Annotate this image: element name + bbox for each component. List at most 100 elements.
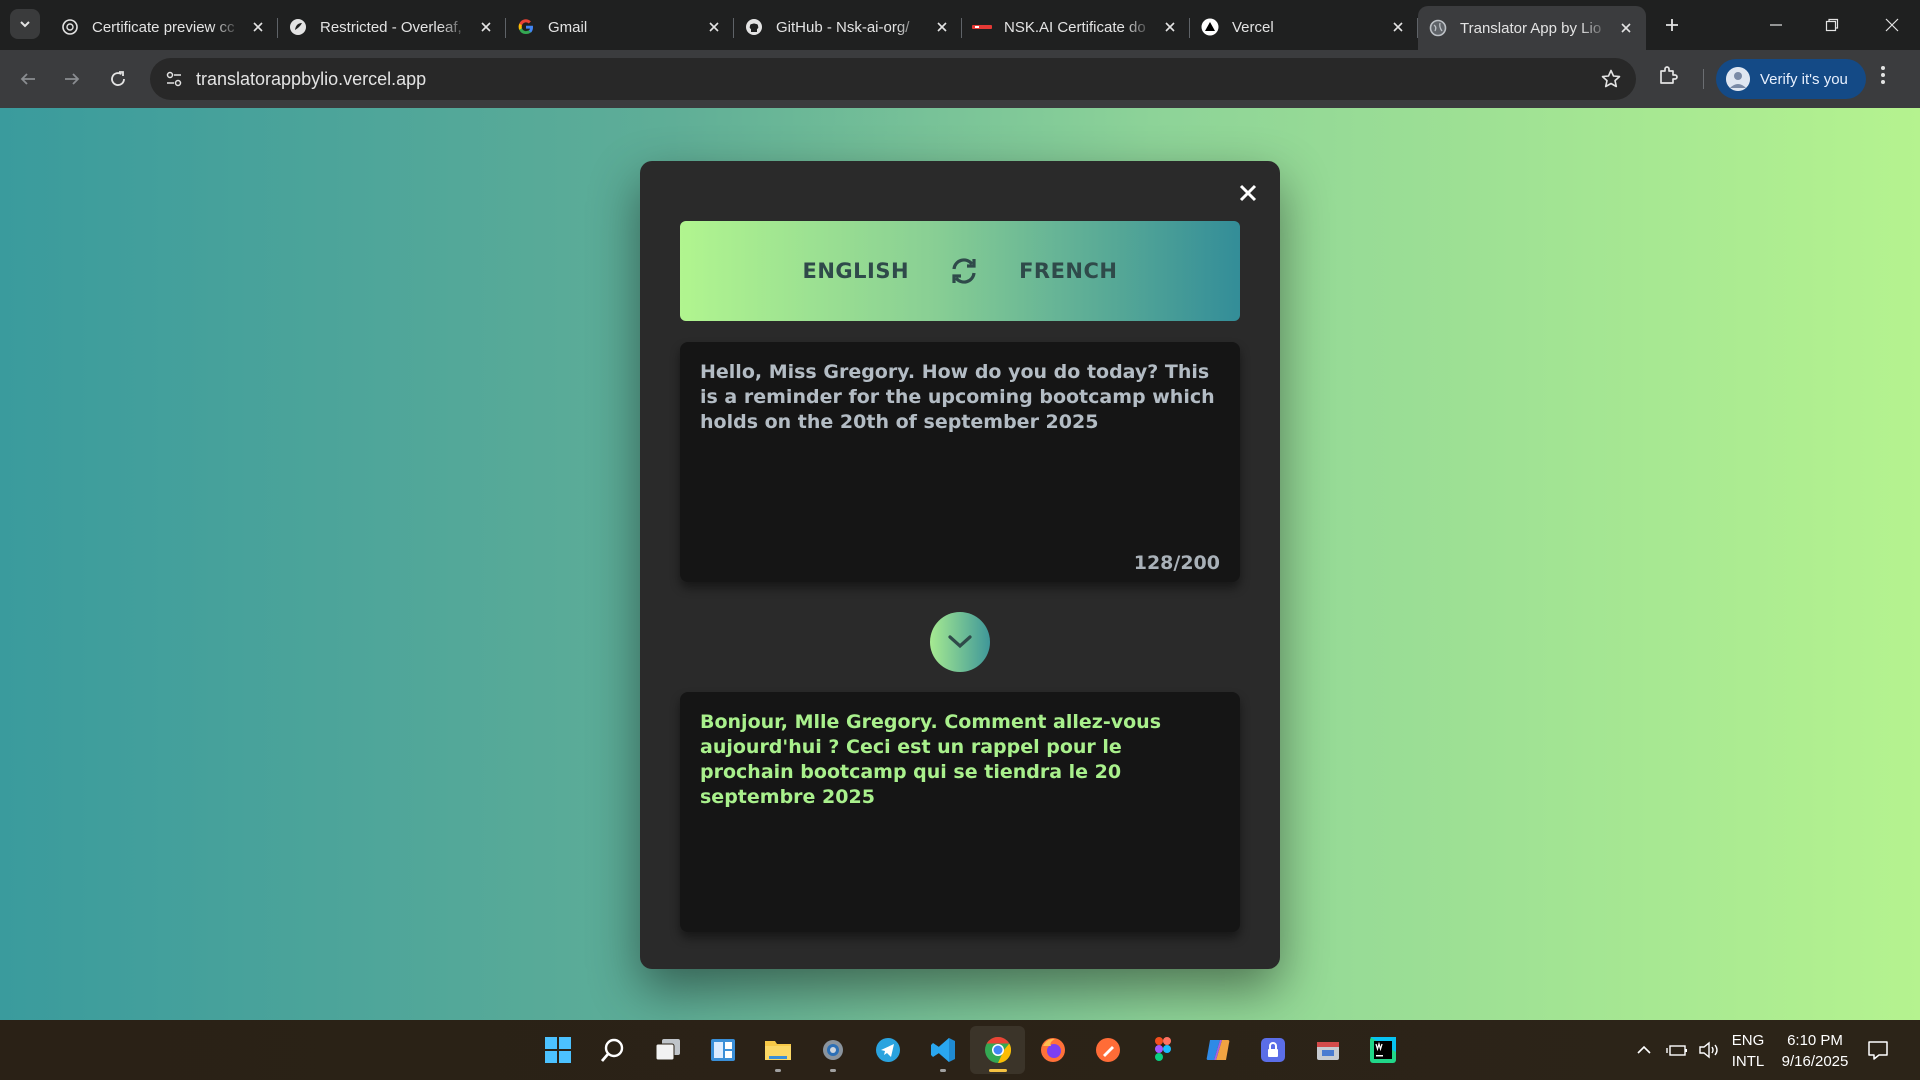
- tab-nskai[interactable]: NSK.AI Certificate do: [962, 8, 1190, 46]
- minimize-button[interactable]: [1748, 0, 1804, 50]
- restore-icon: [1825, 18, 1839, 32]
- globe-icon: [1428, 18, 1448, 38]
- translate-button[interactable]: [930, 612, 990, 672]
- chevron-down-icon: [948, 635, 972, 649]
- tab-close-icon[interactable]: [1160, 17, 1180, 37]
- tab-title: GitHub - Nsk-ai-org/: [776, 18, 910, 36]
- verify-label: Verify it's you: [1760, 70, 1848, 88]
- tab-vercel[interactable]: Vercel: [1190, 8, 1418, 46]
- clock[interactable]: 6:10 PM 9/16/2025: [1772, 1030, 1858, 1072]
- tab-close-icon[interactable]: [248, 17, 268, 37]
- extensions-icon[interactable]: [1656, 63, 1680, 92]
- settings-icon[interactable]: [805, 1026, 860, 1074]
- system-tray: [1636, 1020, 1720, 1080]
- tab-title: Restricted - Overleaf,: [320, 18, 462, 36]
- notification-icon: [1868, 1041, 1888, 1060]
- modal-close-button[interactable]: [1234, 179, 1262, 207]
- address-bar[interactable]: translatorappbylio.vercel.app: [150, 58, 1636, 100]
- tab-close-icon[interactable]: [476, 17, 496, 37]
- tab-title: Certificate preview cc: [92, 18, 235, 36]
- swap-icon: [952, 258, 976, 284]
- openai-icon: [60, 17, 80, 37]
- tab-title: NSK.AI Certificate do: [1004, 18, 1146, 36]
- tab-github[interactable]: GitHub - Nsk-ai-org/: [734, 8, 962, 46]
- tab-strip: Certificate preview cc Restricted - Over…: [0, 0, 1920, 50]
- char-counter: 128/200: [1133, 552, 1220, 574]
- arrow-left-icon: [20, 73, 35, 85]
- site-info-icon[interactable]: [164, 69, 184, 94]
- taskbar-apps: [530, 1026, 1410, 1074]
- tab-close-icon[interactable]: [1616, 18, 1636, 38]
- arrow-right-icon: [65, 73, 80, 85]
- keyboard-layout: INTL: [1731, 1053, 1765, 1070]
- tab-overleaf[interactable]: Restricted - Overleaf,: [278, 8, 506, 46]
- figma-icon[interactable]: [1135, 1026, 1190, 1074]
- plus-icon: [1666, 19, 1678, 31]
- tab-chatgpt[interactable]: Certificate preview cc: [50, 8, 278, 46]
- bookmark-star-icon[interactable]: [1600, 68, 1622, 95]
- vscode-icon[interactable]: [915, 1026, 970, 1074]
- forward-button[interactable]: [56, 63, 88, 95]
- reload-button[interactable]: [102, 63, 134, 95]
- password-manager-icon[interactable]: [1245, 1026, 1300, 1074]
- restore-button[interactable]: [1804, 0, 1860, 50]
- translator-modal: ENGLISH FRENCH 128/200 Bonjour, Mlle Gre…: [640, 161, 1280, 969]
- minimize-icon: [1770, 24, 1782, 26]
- language-code: ENG: [1731, 1032, 1765, 1049]
- chevron-down-icon: [20, 21, 30, 28]
- source-text-box: 128/200: [680, 342, 1240, 582]
- browser-toolbar: translatorappbylio.vercel.app Verify it'…: [0, 50, 1920, 108]
- windows-start-icon[interactable]: [530, 1026, 585, 1074]
- battery-icon[interactable]: [1666, 1042, 1688, 1058]
- more-vert-icon: [1881, 66, 1885, 84]
- tab-close-icon[interactable]: [932, 17, 952, 37]
- url-text: translatorappbylio.vercel.app: [196, 68, 427, 89]
- google-icon: [516, 17, 536, 37]
- chevron-up-icon[interactable]: [1636, 1042, 1652, 1058]
- close-icon: [1885, 18, 1899, 32]
- file-explorer-icon[interactable]: [750, 1026, 805, 1074]
- language-selector: ENGLISH FRENCH: [680, 221, 1240, 321]
- verify-account-button[interactable]: Verify it's you: [1716, 59, 1866, 99]
- target-language[interactable]: FRENCH: [1019, 259, 1117, 283]
- vercel-icon: [1200, 17, 1220, 37]
- close-window-button[interactable]: [1864, 0, 1920, 50]
- tab-gmail[interactable]: Gmail: [506, 8, 734, 46]
- postman-icon[interactable]: [1080, 1026, 1135, 1074]
- overleaf-icon: [288, 17, 308, 37]
- tab-close-icon[interactable]: [704, 17, 724, 37]
- volume-icon[interactable]: [1698, 1041, 1720, 1059]
- input-language-indicator[interactable]: ENG INTL: [1728, 1030, 1768, 1072]
- close-icon: [1239, 184, 1257, 202]
- firefox-icon[interactable]: [1025, 1026, 1080, 1074]
- browser-menu-button[interactable]: [1880, 63, 1886, 92]
- new-tab-button[interactable]: [1652, 6, 1692, 44]
- reload-icon: [111, 71, 125, 86]
- task-view-icon[interactable]: [640, 1026, 695, 1074]
- taskbar: ENG INTL 6:10 PM 9/16/2025: [0, 1020, 1920, 1080]
- tab-translator[interactable]: Translator App by Lio: [1418, 6, 1646, 50]
- tab-title: Gmail: [548, 18, 588, 36]
- copilot-icon[interactable]: [1190, 1026, 1245, 1074]
- notifications-button[interactable]: [1866, 1020, 1890, 1080]
- swap-languages-button[interactable]: [947, 254, 981, 288]
- source-language[interactable]: ENGLISH: [803, 259, 910, 283]
- webstorm-icon[interactable]: [1355, 1026, 1410, 1074]
- search-icon[interactable]: [585, 1026, 640, 1074]
- back-button[interactable]: [12, 63, 44, 95]
- tab-search-button[interactable]: [10, 9, 40, 39]
- tab-title: Translator App by Lio: [1460, 19, 1602, 37]
- telegram-icon[interactable]: [860, 1026, 915, 1074]
- nskai-icon: [972, 17, 992, 37]
- widgets-icon[interactable]: [695, 1026, 750, 1074]
- tab-title: Vercel: [1232, 18, 1274, 36]
- translated-text-box: Bonjour, Mlle Gregory. Comment allez-vou…: [680, 692, 1240, 932]
- tabs: Certificate preview cc Restricted - Over…: [50, 6, 1692, 50]
- github-icon: [744, 17, 764, 37]
- tab-close-icon[interactable]: [1388, 17, 1408, 37]
- page-viewport: ENGLISH FRENCH 128/200 Bonjour, Mlle Gre…: [0, 108, 1920, 1020]
- app-icon[interactable]: [1300, 1026, 1355, 1074]
- source-text-input[interactable]: [700, 360, 1220, 535]
- clock-date: 9/16/2025: [1781, 1053, 1849, 1070]
- chrome-icon[interactable]: [970, 1026, 1025, 1074]
